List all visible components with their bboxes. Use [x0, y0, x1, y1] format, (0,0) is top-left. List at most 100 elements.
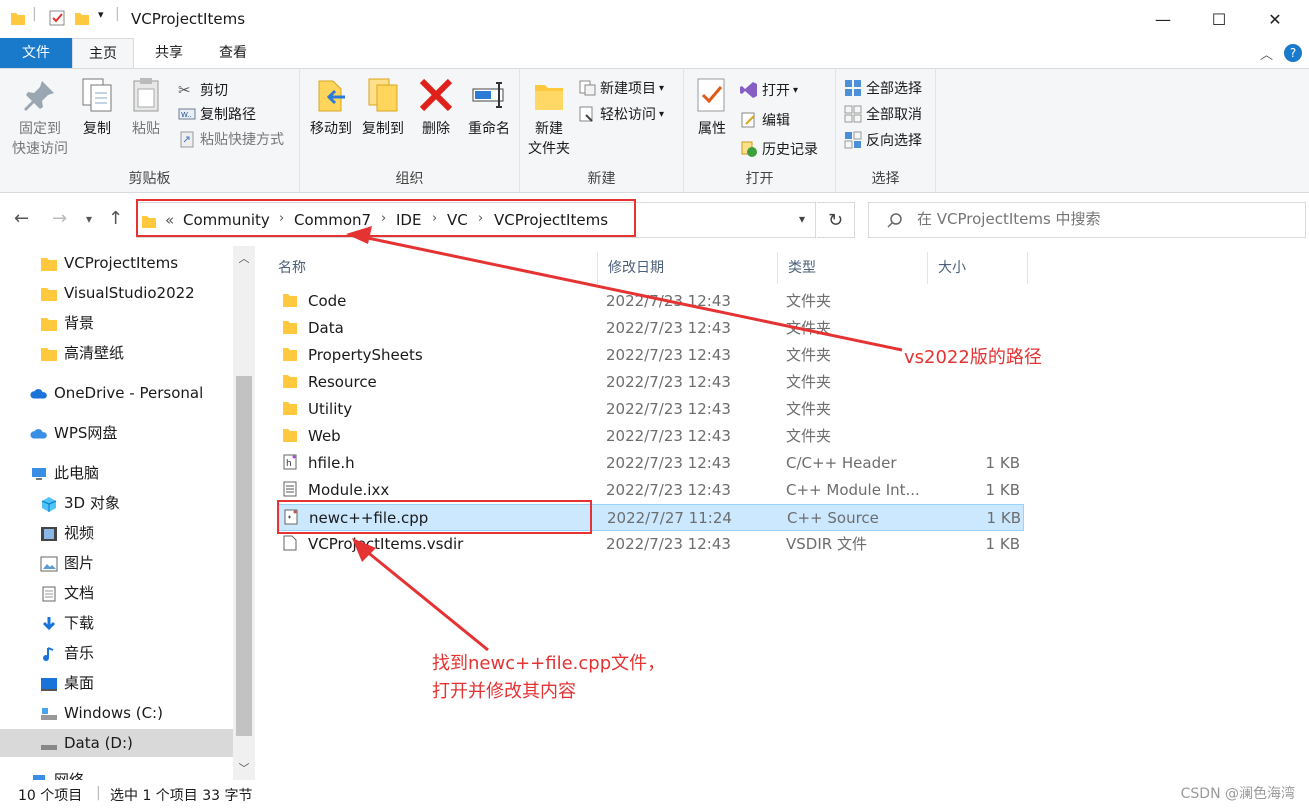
tab-share[interactable]: 共享: [140, 38, 198, 68]
file-type: C++ Source: [787, 509, 879, 527]
file-date: 2022/7/27 11:24: [607, 509, 732, 527]
tab-home[interactable]: 主页: [72, 38, 134, 68]
open-label: 打开: [762, 83, 790, 99]
nav-item-desktop[interactable]: 桌面: [40, 669, 94, 697]
nav-item-onedrive[interactable]: OneDrive - Personal: [30, 379, 203, 407]
new-item-button[interactable]: 新建项目 ▾: [578, 77, 664, 99]
nav-item-pictures[interactable]: 图片: [40, 549, 94, 577]
move-to-button[interactable]: 移动到: [304, 75, 358, 139]
cut-button[interactable]: ✂ 剪切: [178, 79, 228, 101]
rename-button[interactable]: 重命名: [462, 75, 516, 139]
nav-item-music[interactable]: 音乐: [40, 639, 94, 667]
edit-button[interactable]: 编辑: [740, 109, 790, 131]
properties-quick-icon[interactable]: [48, 9, 66, 27]
column-header-name[interactable]: 名称: [268, 252, 598, 284]
folder-icon: [41, 317, 57, 331]
folder-icon: [41, 347, 57, 361]
collapse-ribbon-icon[interactable]: ︿: [1260, 44, 1273, 63]
address-dropdown-icon[interactable]: ▾: [799, 212, 805, 226]
up-arrow-icon[interactable]: ↑: [108, 208, 123, 229]
new-folder-button[interactable]: 新建 文件夹: [526, 75, 572, 159]
back-arrow-icon[interactable]: ←: [14, 208, 29, 229]
file-row-web[interactable]: Web 2022/7/23 12:43 文件夹: [278, 423, 1024, 450]
move-to-icon: [318, 80, 345, 112]
nav-item-wallpapers[interactable]: 高清壁纸: [40, 339, 124, 367]
minimize-button[interactable]: —: [1140, 4, 1186, 34]
column-header-size[interactable]: 大小: [928, 252, 1028, 284]
file-row-vsdir[interactable]: VCProjectItems.vsdir 2022/7/23 12:43 VSD…: [278, 531, 1024, 558]
search-input[interactable]: [917, 210, 1287, 228]
help-icon[interactable]: ?: [1284, 44, 1302, 62]
invert-selection-button[interactable]: 反向选择: [844, 129, 922, 151]
nav-item-wps[interactable]: WPS网盘: [30, 419, 117, 447]
visual-studio-icon: [740, 82, 757, 98]
tab-view[interactable]: 查看: [204, 38, 262, 68]
file-row-hfile[interactable]: h hfile.h 2022/7/23 12:43 C/C++ Header 1 …: [278, 450, 1024, 477]
file-date: 2022/7/23 12:43: [606, 373, 731, 391]
file-row-utility[interactable]: Utility 2022/7/23 12:43 文件夹: [278, 396, 1024, 423]
scroll-thumb[interactable]: [236, 376, 252, 736]
history-button[interactable]: 历史记录: [740, 138, 818, 160]
nav-item-documents[interactable]: 文档: [40, 579, 94, 607]
organize-group-label: 组织: [395, 171, 424, 187]
forward-arrow-icon[interactable]: →: [52, 208, 67, 229]
paste-shortcut-icon: [180, 131, 194, 148]
scroll-up-icon[interactable]: ︿: [233, 250, 255, 266]
folder-icon: [11, 13, 25, 25]
clipboard-group: 固定到 快速访问 复制 粘贴 ✂ 剪切 W.. 复制路径 粘贴快捷方式 剪贴板: [0, 69, 300, 192]
folder-icon: [283, 348, 297, 361]
file-row-code[interactable]: Code 2022/7/23 12:43 文件夹: [278, 288, 1024, 315]
pin-icon: [24, 81, 54, 111]
scissors-icon: ✂: [178, 81, 191, 99]
new-folder-quick-icon[interactable]: [74, 9, 90, 27]
nav-item-drive-d[interactable]: Data (D:): [0, 729, 233, 757]
select-all-button[interactable]: 全部选择: [844, 77, 922, 99]
column-header-date[interactable]: 修改日期: [598, 252, 778, 284]
copy-to-button[interactable]: 复制到: [356, 75, 410, 139]
easy-access-button[interactable]: 轻松访问 ▾: [578, 103, 664, 125]
properties-button[interactable]: 属性: [690, 75, 734, 139]
cloud-icon: [30, 388, 47, 398]
paste-button[interactable]: 粘贴: [124, 75, 168, 139]
nav-item-this-pc[interactable]: 此电脑: [30, 459, 99, 487]
customize-quick-access-icon[interactable]: ▾: [98, 8, 104, 21]
search-box[interactable]: [868, 202, 1306, 238]
file-size: 1 KB: [985, 535, 1020, 553]
open-button[interactable]: 打开 ▾: [740, 79, 798, 101]
file-type: 文件夹: [786, 319, 832, 337]
recent-locations-icon[interactable]: ▾: [86, 212, 92, 226]
nav-item-vcprojectitems[interactable]: VCProjectItems: [40, 249, 178, 277]
copy-button[interactable]: 复制: [76, 75, 118, 139]
file-size: 1 KB: [986, 509, 1021, 527]
close-button[interactable]: ✕: [1252, 4, 1298, 34]
refresh-button[interactable]: ↻: [817, 202, 855, 238]
pin-quick-access-button[interactable]: 固定到 快速访问: [6, 75, 74, 159]
nav-item-label: Data (D:): [64, 734, 133, 752]
nav-item-drive-c[interactable]: Windows (C:): [40, 699, 163, 727]
folder-icon: [283, 429, 297, 442]
scroll-down-icon[interactable]: ﹀: [233, 760, 255, 776]
delete-label: 删除: [422, 121, 450, 137]
file-row-data[interactable]: Data 2022/7/23 12:43 文件夹: [278, 315, 1024, 342]
file-date: 2022/7/23 12:43: [606, 427, 731, 445]
nav-scrollbar[interactable]: ︿ ﹀: [233, 246, 255, 780]
copy-path-icon: W..: [178, 108, 196, 120]
file-row-resource[interactable]: Resource 2022/7/23 12:43 文件夹: [278, 369, 1024, 396]
maximize-button[interactable]: ☐: [1196, 4, 1242, 34]
nav-item-videos[interactable]: 视频: [40, 519, 94, 547]
tab-file[interactable]: 文件: [0, 38, 72, 68]
paste-shortcut-button[interactable]: 粘贴快捷方式: [178, 128, 284, 150]
move-to-label: 移动到: [310, 121, 352, 137]
copy-path-button[interactable]: W.. 复制路径: [178, 103, 256, 125]
nav-item-3d-objects[interactable]: 3D 对象: [40, 489, 120, 517]
file-name: hfile.h: [308, 454, 355, 472]
nav-item-network[interactable]: 网络: [30, 766, 84, 780]
select-none-button[interactable]: 全部取消: [844, 103, 922, 125]
nav-item-background[interactable]: 背景: [40, 309, 94, 337]
copy-icon: [82, 78, 112, 112]
nav-item-label: 网络: [54, 771, 85, 780]
delete-button[interactable]: 删除: [416, 75, 456, 139]
nav-item-downloads[interactable]: 下载: [40, 609, 94, 637]
column-header-type[interactable]: 类型: [778, 252, 928, 284]
nav-item-visualstudio2022[interactable]: VisualStudio2022: [40, 279, 195, 307]
